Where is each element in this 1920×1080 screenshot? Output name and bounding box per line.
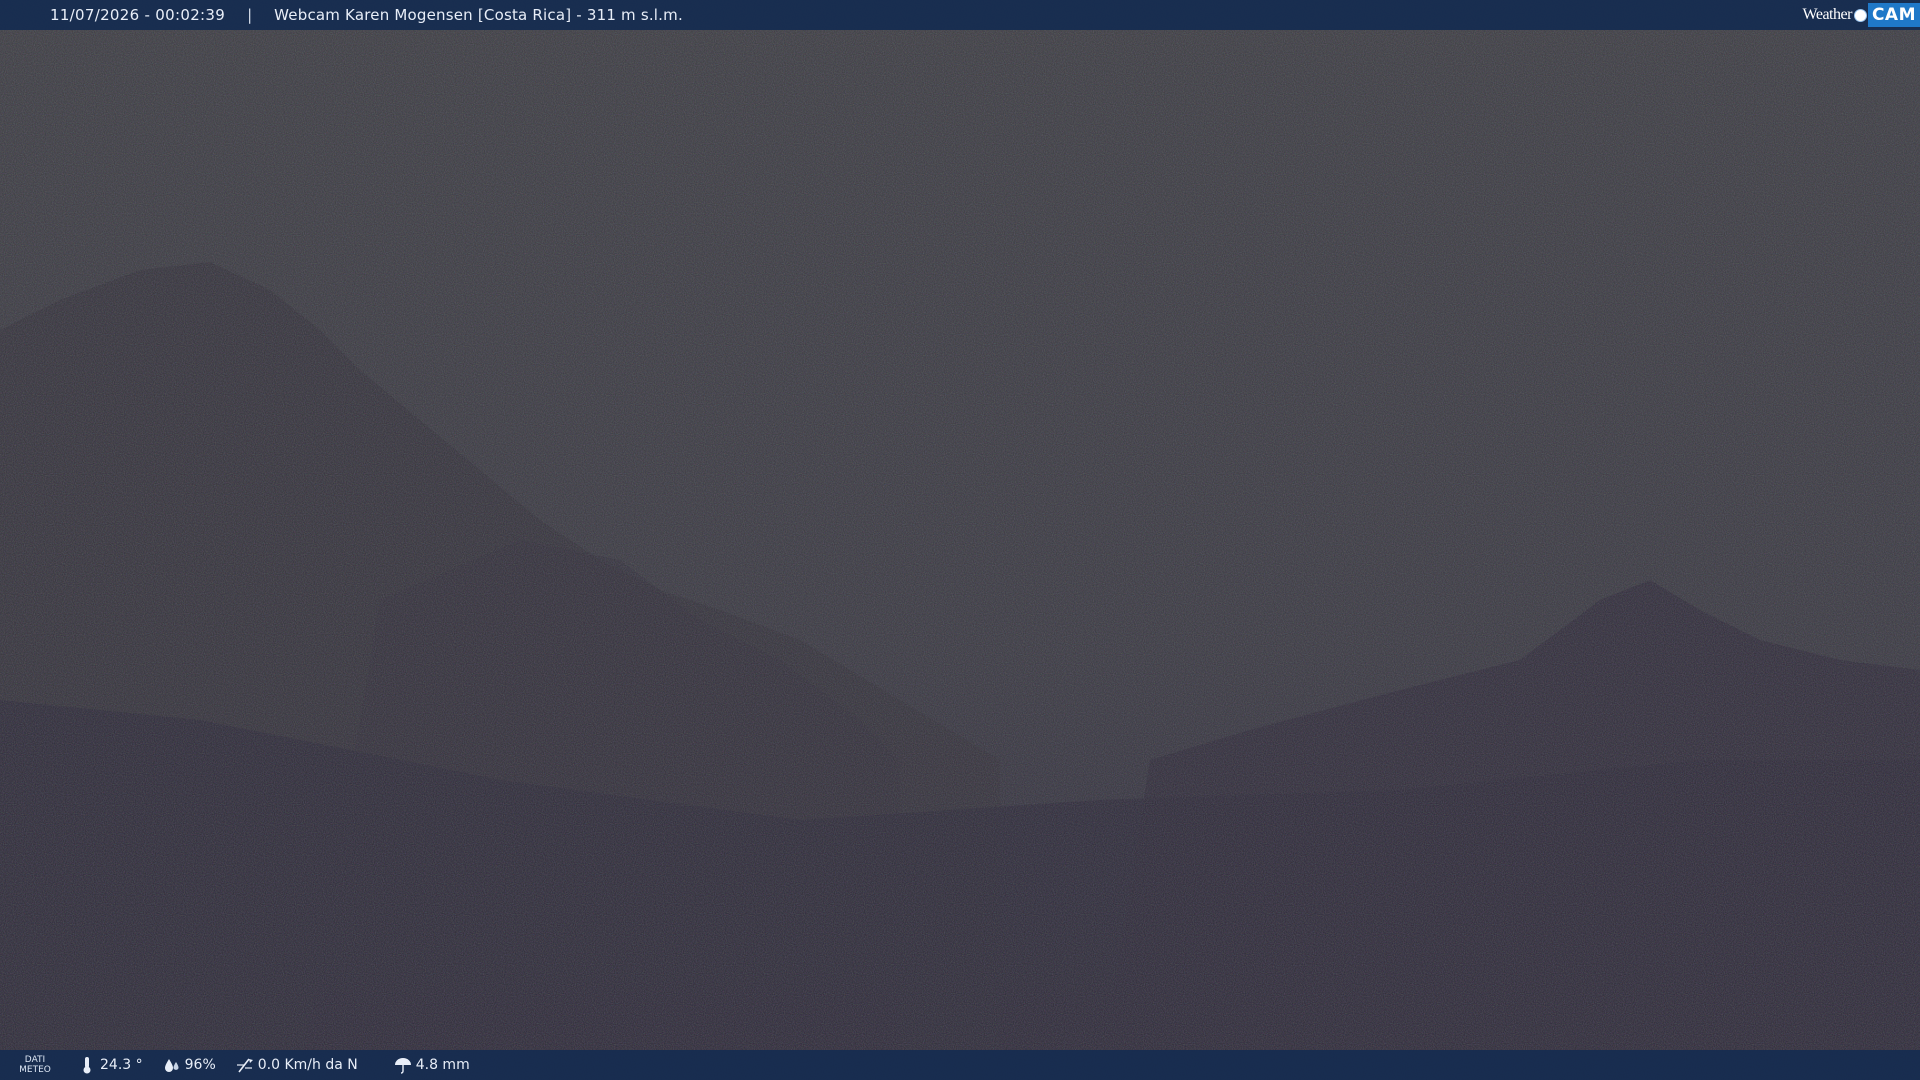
weathercam-logo: Weather CAM — [1803, 0, 1920, 30]
temperature-value: 24.3 ° — [100, 1057, 143, 1073]
sensor-noise — [0, 0, 1920, 1080]
temperature-reading: 24.3 ° — [78, 1056, 143, 1074]
weather-data-bar: DATI METEO 24.3 ° 96% 0.0 Km/h da N 4.8 … — [0, 1050, 1920, 1080]
meteo-label-line1: DATI — [24, 1055, 46, 1065]
wind-vane-icon — [236, 1056, 254, 1074]
humidity-value: 96% — [184, 1057, 216, 1073]
meteo-label-line2: METEO — [19, 1065, 51, 1075]
top-info-bar: 11/07/2026 - 00:02:39 | Webcam Karen Mog… — [0, 0, 1920, 30]
wind-reading: 0.0 Km/h da N — [236, 1056, 358, 1074]
rain-value: 4.8 mm — [415, 1057, 470, 1073]
camera-title: Webcam Karen Mogensen [Costa Rica] - 311… — [274, 6, 683, 24]
water-drops-icon — [163, 1056, 181, 1074]
timestamp: 11/07/2026 - 00:02:39 — [50, 6, 226, 24]
thermometer-icon — [78, 1056, 96, 1074]
logo-dot-icon — [1853, 8, 1867, 22]
humidity-reading: 96% — [163, 1056, 216, 1074]
rain-reading: 4.8 mm — [394, 1056, 470, 1074]
logo-cam-text: CAM — [1867, 3, 1920, 27]
webcam-frame: 11/07/2026 - 00:02:39 | Webcam Karen Mog… — [0, 0, 1920, 1080]
wind-value: 0.0 Km/h da N — [257, 1057, 358, 1073]
webcam-image — [0, 0, 1920, 1080]
umbrella-icon — [394, 1056, 412, 1074]
meteo-label: DATI METEO — [0, 1055, 70, 1075]
logo-weather-text: Weather — [1802, 6, 1853, 23]
title-separator: | — [247, 6, 253, 24]
